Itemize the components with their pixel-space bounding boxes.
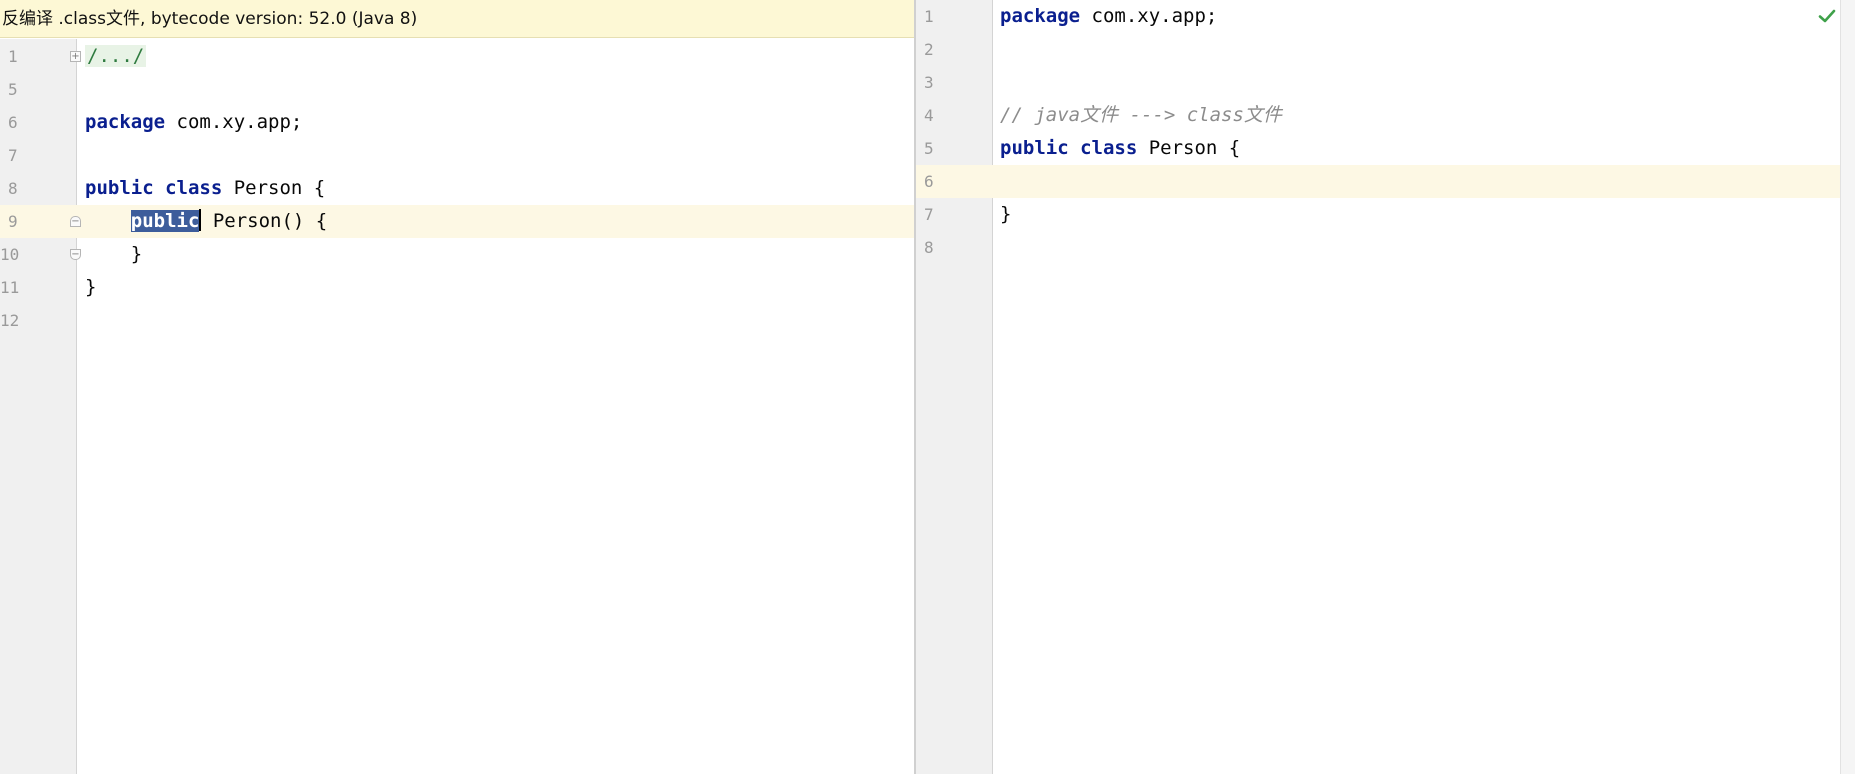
code-line[interactable]: 5 [0,73,914,106]
line-number: 8 [924,238,934,257]
checkmark-icon[interactable] [1817,6,1837,26]
code-line[interactable]: 5 public class Person { [916,132,1855,165]
current-line[interactable]: 6 [916,165,1855,198]
code-line[interactable]: 1 + /.../ [0,40,914,73]
line-number: 12 [0,311,20,330]
code-line[interactable]: 3 [916,66,1855,99]
line-number: 6 [8,113,18,132]
code-line[interactable]: 2 [916,33,1855,66]
keyword-public: public [85,177,154,199]
line-number: 7 [8,146,18,165]
line-number: 10 [0,245,20,264]
line-number: 7 [924,205,934,224]
line-number: 5 [924,139,934,158]
keyword-public: public [1000,137,1069,159]
selected-keyword-public[interactable]: public [130,210,200,232]
keyword-package: package [85,111,166,133]
fold-end-icon[interactable]: − [70,249,81,260]
line-number: 1 [924,7,934,26]
code-comment: // java文件 ---> class文件 [1000,104,1282,126]
class-close: } [85,276,97,298]
class-declaration: Person { [1137,137,1241,159]
line-number: 1 [8,47,18,66]
code-line[interactable]: 7 } [916,198,1855,231]
code-line[interactable]: 7 [0,139,914,172]
code-line[interactable]: 1 package com.xy.app; [916,0,1855,33]
fold-expand-icon[interactable]: + [70,51,81,62]
keyword-class: class [165,177,223,199]
fold-collapse-icon[interactable]: − [70,216,81,227]
side-toolbar-strip[interactable] [1840,0,1855,774]
code-line[interactable]: 6 package com.xy.app; [0,106,914,139]
code-line[interactable]: 12 [0,304,914,337]
line-number: 2 [924,40,934,59]
line-number: 4 [924,106,934,125]
line-number: 3 [924,73,934,92]
line-number: 9 [8,212,18,231]
constructor-declaration: Person() { [201,210,328,232]
package-name: com.xy.app; [165,111,303,133]
keyword-class: class [1080,137,1138,159]
code-line[interactable]: 8 [916,231,1855,264]
folded-imports[interactable]: /.../ [85,45,147,67]
keyword-package: package [1000,5,1081,27]
class-close: } [1000,203,1012,225]
constructor-close: } [85,243,143,265]
line-number: 8 [8,179,18,198]
code-line[interactable]: 10 − } [0,238,914,271]
decompiled-editor-pane[interactable]: 反编译 .class文件, bytecode version: 52.0 (Ja… [0,0,914,774]
line-number: 11 [0,278,20,297]
current-line[interactable]: 9 − public Person() { [0,205,914,238]
line-number: 5 [8,80,18,99]
code-line[interactable]: 11 } [0,271,914,304]
code-line[interactable]: 4 // java文件 ---> class文件 [916,99,1855,132]
package-name: com.xy.app; [1080,5,1218,27]
decompiler-banner: 反编译 .class文件, bytecode version: 52.0 (Ja… [0,0,914,38]
class-declaration: Person { [222,177,326,199]
source-editor-pane[interactable]: 1 package com.xy.app; 2 3 4 // java文件 --… [916,0,1855,774]
code-line[interactable]: 8 public class Person { [0,172,914,205]
line-number: 6 [924,172,934,191]
